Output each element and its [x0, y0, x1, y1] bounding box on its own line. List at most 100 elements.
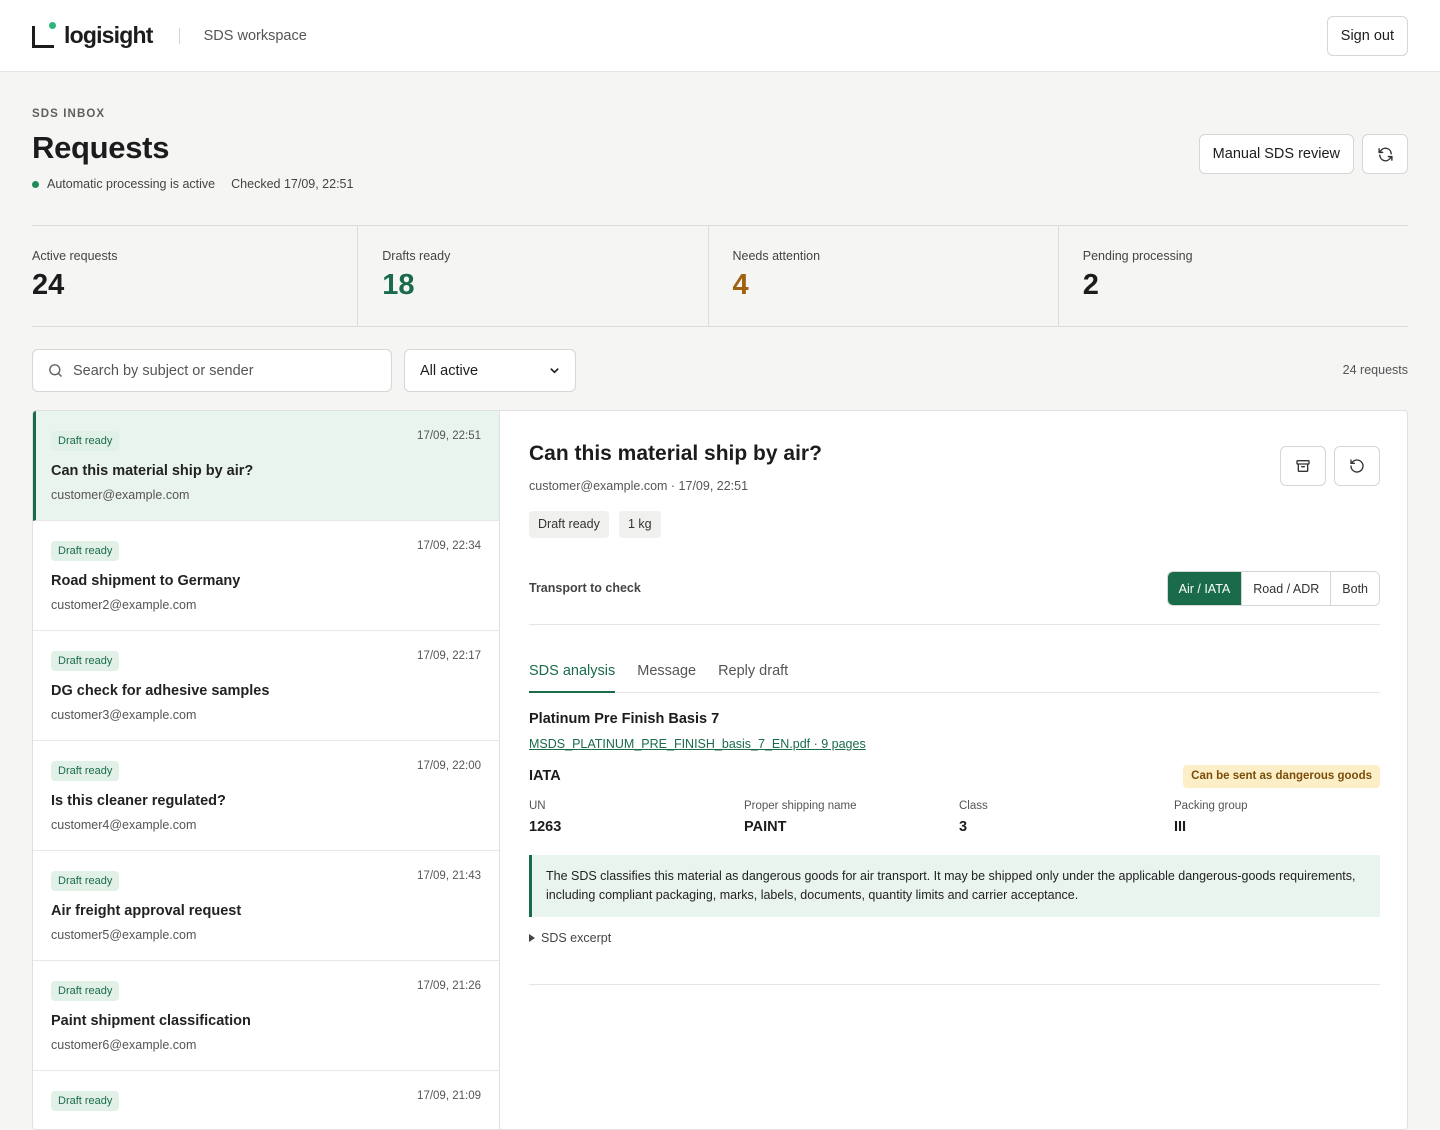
field-un: UN 1263: [529, 800, 561, 835]
status-badge: Draft ready: [51, 541, 120, 561]
chevron-down-icon: [550, 368, 559, 374]
search-input[interactable]: [73, 362, 363, 379]
request-list-item[interactable]: Draft ready 17/09, 22:34 Road shipment t…: [33, 521, 499, 631]
stat-pending-processing: Pending processing 2: [1057, 226, 1408, 326]
main-panel: Draft ready 17/09, 22:51 Can this materi…: [32, 410, 1408, 1130]
request-detail: Can this material ship by air? customer@…: [529, 411, 1380, 1129]
stat-label: Pending processing: [1082, 249, 1193, 263]
stat-label: Drafts ready: [382, 249, 451, 263]
request-time: 17/09, 22:34: [417, 540, 481, 552]
divider: [529, 984, 1380, 985]
stat-value: 24: [32, 269, 65, 301]
checked-time: Checked 17/09, 22:51: [231, 177, 354, 191]
request-sender: customer6@example.com: [51, 1038, 197, 1052]
request-sender: customer@example.com: [51, 488, 190, 502]
sign-out-button[interactable]: Sign out: [1326, 16, 1408, 56]
refresh-button[interactable]: [1362, 134, 1408, 174]
tab-message[interactable]: Message: [637, 651, 696, 692]
sds-file-link[interactable]: MSDS_PLATINUM_PRE_FINISH_basis_7_EN.pdf …: [529, 737, 866, 751]
logo-mark-icon: [32, 21, 56, 48]
status-badge: Draft ready: [51, 761, 120, 781]
detail-meta: customer@example.com · 17/09, 22:51: [529, 479, 749, 493]
request-subject: Is this cleaner regulated?: [51, 793, 226, 809]
tab-reply-draft[interactable]: Reply draft: [718, 651, 788, 692]
request-subject: DG check for adhesive samples: [51, 683, 270, 699]
stat-value: 4: [732, 269, 749, 301]
request-list-item[interactable]: Draft ready 17/09, 21:26 Paint shipment …: [33, 961, 499, 1071]
request-subject: Air freight approval request: [51, 903, 242, 919]
transport-air-iata[interactable]: Air / IATA: [1167, 572, 1242, 605]
request-time: 17/09, 21:26: [417, 980, 481, 992]
page-eyebrow: SDS INBOX: [32, 108, 106, 120]
top-bar: logisight SDS workspace Sign out: [0, 0, 1440, 72]
status-dot-icon: [32, 180, 39, 188]
request-list-item[interactable]: Draft ready 17/09, 21:43 Air freight app…: [33, 851, 499, 961]
field-label: Packing group: [1174, 800, 1248, 812]
analysis-note: The SDS classifies this material as dang…: [529, 855, 1380, 917]
regulation-label: IATA: [529, 768, 561, 784]
field-proper-shipping-name: Proper shipping name PAINT: [744, 800, 857, 835]
request-count: 24 requests: [1342, 363, 1408, 377]
field-value: 3: [959, 819, 968, 835]
request-sender: customer4@example.com: [51, 818, 197, 832]
request-sender: customer5@example.com: [51, 928, 197, 942]
divider: [529, 624, 1380, 625]
stat-active-requests: Active requests 24: [32, 226, 357, 326]
tab-sds-analysis[interactable]: SDS analysis: [529, 651, 616, 693]
stat-label: Needs attention: [732, 249, 821, 263]
search-icon: [49, 364, 62, 377]
field-value: 1263: [529, 819, 562, 835]
transport-both[interactable]: Both: [1330, 572, 1379, 605]
field-packing-group: Packing group III: [1174, 800, 1248, 835]
transport-label: Transport to check: [529, 581, 641, 595]
sds-excerpt-label: SDS excerpt: [541, 931, 612, 945]
status-badge: Draft ready: [51, 871, 120, 891]
field-label: Class: [959, 800, 988, 812]
tag-status: Draft ready: [529, 511, 609, 538]
stat-label: Active requests: [32, 249, 118, 263]
request-list-item[interactable]: Draft ready 17/09, 22:51 Can this materi…: [33, 411, 499, 521]
triangle-right-icon: [529, 934, 535, 942]
request-list-item[interactable]: Draft ready 17/09, 21:09: [33, 1071, 499, 1129]
status-badge: Draft ready: [51, 981, 120, 1001]
transport-toggle: Air / IATA Road / ADR Both: [1166, 571, 1380, 606]
stat-needs-attention: Needs attention 4: [707, 226, 1058, 326]
archive-button[interactable]: [1280, 446, 1326, 486]
status-badge: Draft ready: [51, 431, 120, 451]
logo-text: logisight: [64, 22, 153, 48]
page-title: Requests: [32, 130, 170, 165]
sds-excerpt-toggle[interactable]: SDS excerpt: [529, 931, 611, 945]
stat-value: 18: [382, 269, 415, 301]
header-divider: [178, 27, 180, 44]
search-box: [32, 349, 392, 392]
tag-weight: 1 kg: [619, 511, 661, 538]
request-sender: customer3@example.com: [51, 708, 197, 722]
request-time: 17/09, 22:00: [417, 760, 481, 772]
stat-value: 2: [1082, 269, 1099, 301]
archive-icon: [1296, 460, 1310, 472]
rotate-ccw-icon: [1350, 459, 1364, 473]
request-list-item[interactable]: Draft ready 17/09, 22:17 DG check for ad…: [33, 631, 499, 741]
status-filter-select[interactable]: All active: [404, 349, 576, 392]
refresh-icon: [1377, 147, 1393, 161]
status-badge: Draft ready: [51, 1091, 120, 1111]
request-list: Draft ready 17/09, 22:51 Can this materi…: [33, 411, 500, 1129]
stat-drafts-ready: Drafts ready 18: [357, 226, 707, 326]
transport-road-adr[interactable]: Road / ADR: [1241, 572, 1331, 605]
request-time: 17/09, 22:51: [417, 430, 481, 442]
request-subject: Can this material ship by air?: [51, 463, 254, 479]
detail-title: Can this material ship by air?: [529, 442, 822, 465]
field-value: III: [1174, 819, 1187, 835]
product-name: Platinum Pre Finish Basis 7: [529, 711, 720, 727]
request-sender: customer2@example.com: [51, 598, 197, 612]
manual-sds-review-button[interactable]: Manual SDS review: [1198, 134, 1354, 174]
reprocess-button[interactable]: [1334, 446, 1380, 486]
detail-tabs: SDS analysis Message Reply draft: [529, 651, 1380, 693]
request-time: 17/09, 22:17: [417, 650, 481, 662]
field-label: Proper shipping name: [744, 800, 857, 812]
status-badge: Draft ready: [51, 651, 120, 671]
processing-status: Automatic processing is active Checked 1…: [32, 177, 353, 191]
request-list-item[interactable]: Draft ready 17/09, 22:00 Is this cleaner…: [33, 741, 499, 851]
request-time: 17/09, 21:43: [417, 870, 481, 882]
verdict-badge: Can be sent as dangerous goods: [1183, 765, 1380, 788]
